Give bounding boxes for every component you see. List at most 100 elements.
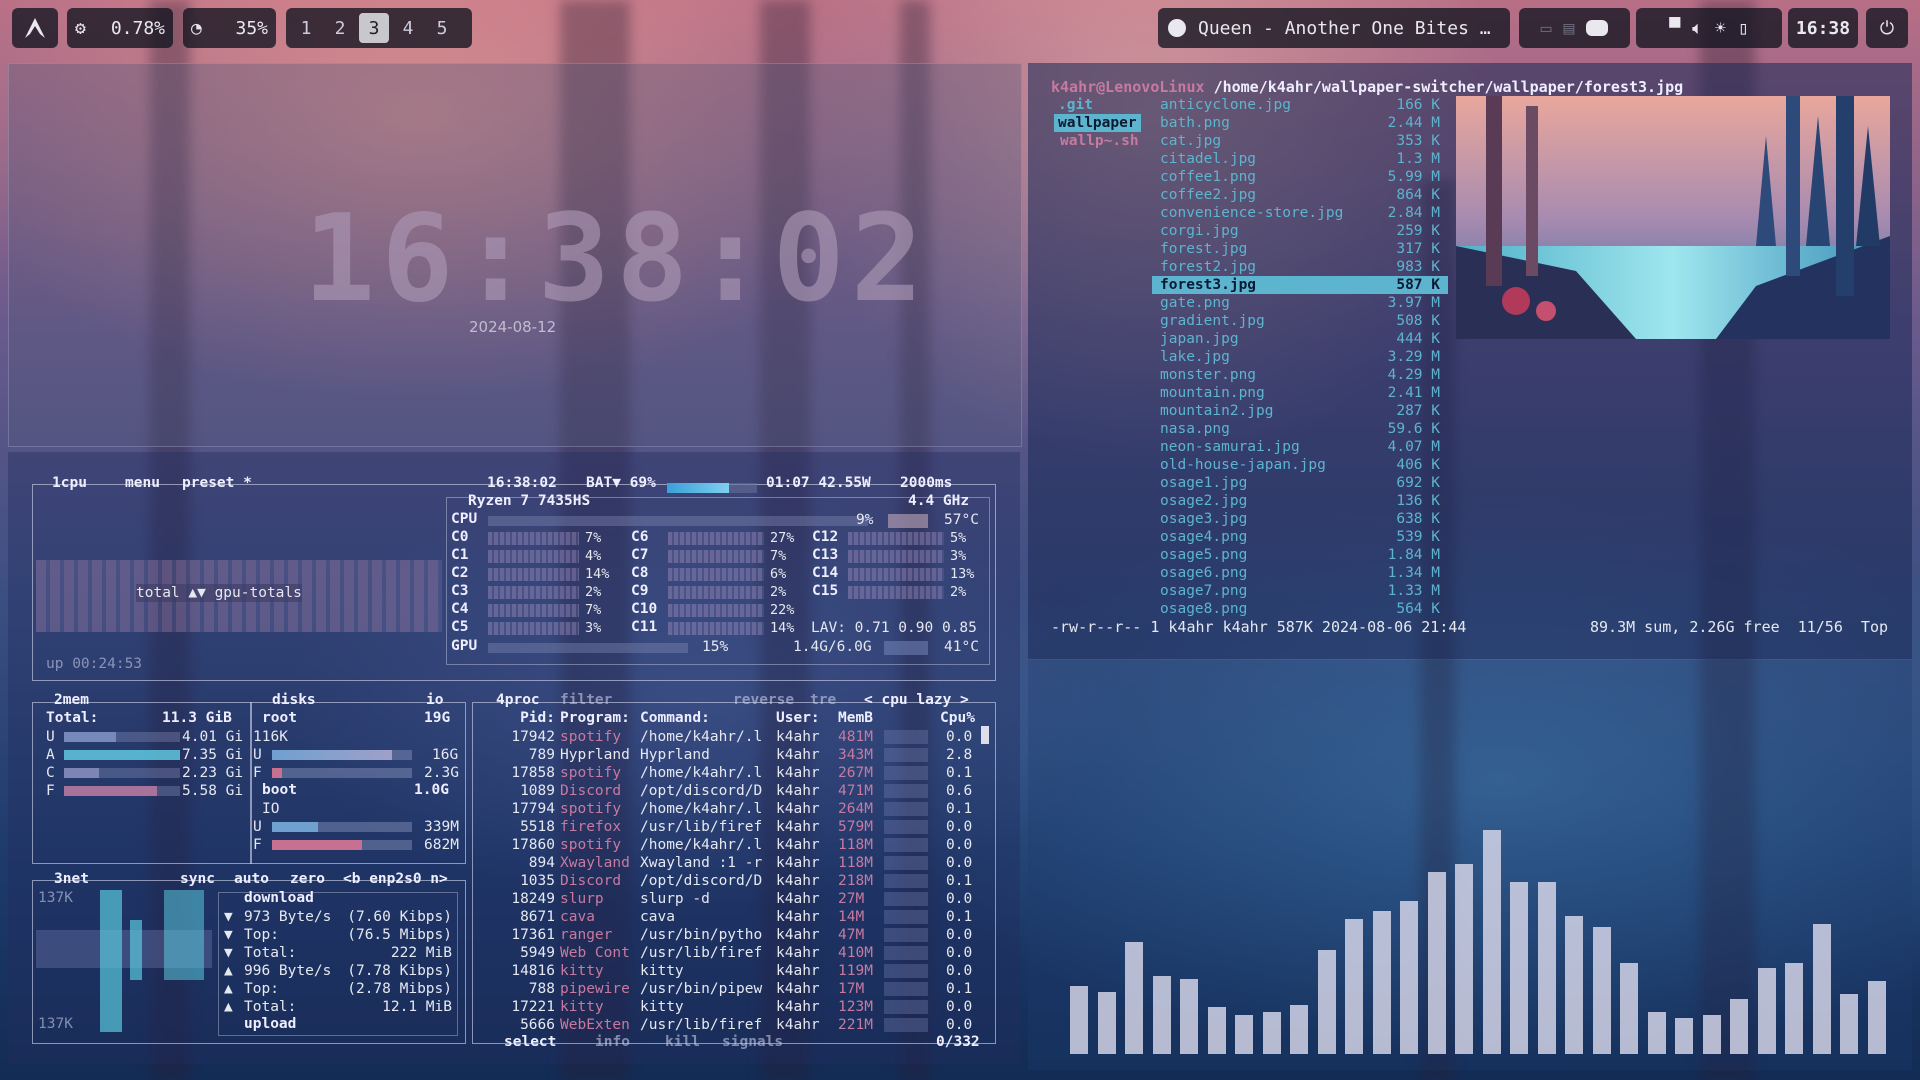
clock-date: 2024-08-12 bbox=[469, 318, 557, 336]
proc-pid: 18249 bbox=[511, 891, 555, 907]
monitor-icon[interactable]: ▭ bbox=[1541, 18, 1552, 39]
cpu-tab[interactable]: 1cpu bbox=[52, 475, 87, 491]
ranger-file-name[interactable]: gate.png bbox=[1160, 294, 1230, 312]
ranger-file-name[interactable]: forest2.jpg bbox=[1160, 258, 1256, 276]
discord-icon[interactable] bbox=[1586, 20, 1609, 36]
brightness-icon[interactable]: ☀ bbox=[1715, 18, 1726, 39]
ranger-file-name[interactable]: bath.png bbox=[1160, 114, 1230, 132]
proc-program: ranger bbox=[560, 927, 613, 943]
preset-tab[interactable]: preset * bbox=[182, 475, 252, 491]
workspace-3-active[interactable]: 3 bbox=[359, 13, 389, 43]
ranger-file-name[interactable]: citadel.jpg bbox=[1160, 150, 1256, 168]
ranger-file-name[interactable]: coffee2.jpg bbox=[1160, 186, 1256, 204]
ranger-file-name[interactable]: forest.jpg bbox=[1160, 240, 1247, 258]
net-sync[interactable]: sync bbox=[180, 871, 215, 887]
net-row-arrow: ▼ bbox=[224, 945, 233, 961]
ranger-file-name[interactable]: osage5.png bbox=[1160, 546, 1247, 564]
proc-sort[interactable]: < cpu lazy > bbox=[864, 692, 969, 708]
proc-tree[interactable]: tre bbox=[810, 692, 836, 708]
ranger-file-name[interactable]: monster.png bbox=[1160, 366, 1256, 384]
volume-icon[interactable]: 🔈︎ bbox=[1692, 18, 1703, 39]
ranger-file-name[interactable]: nasa.png bbox=[1160, 420, 1230, 438]
ranger-file-name[interactable]: corgi.jpg bbox=[1160, 222, 1239, 240]
memory-usage-widget[interactable]: ◔ 35% bbox=[183, 8, 276, 48]
cava-bar bbox=[1647, 1012, 1666, 1054]
net-auto[interactable]: auto bbox=[234, 871, 269, 887]
ranger-file-name[interactable]: osage7.png bbox=[1160, 582, 1247, 600]
ranger-file-name[interactable]: old-house-japan.jpg bbox=[1160, 456, 1326, 474]
proc-header-user[interactable]: User: bbox=[776, 710, 820, 726]
cpu-core-label: C6 bbox=[631, 529, 649, 545]
cpu-core-pct: 14% bbox=[585, 566, 610, 582]
net-interface[interactable]: <b enp2s0 n> bbox=[343, 871, 448, 887]
proc-header-cpu[interactable]: Cpu% bbox=[940, 710, 975, 726]
ranger-parent-item[interactable]: .git bbox=[1058, 96, 1093, 114]
ranger-parent-item[interactable]: wallpaper bbox=[1054, 114, 1141, 132]
proc-reverse[interactable]: reverse bbox=[733, 692, 794, 708]
proc-filter[interactable]: filter bbox=[560, 692, 612, 708]
io-toggle[interactable]: io bbox=[426, 692, 443, 708]
ranger-file-name[interactable]: osage6.png bbox=[1160, 564, 1247, 582]
topbar-clock[interactable]: 16:38 bbox=[1788, 8, 1858, 48]
launcher-button[interactable] bbox=[12, 8, 58, 48]
proc-tab[interactable]: 4proc bbox=[496, 692, 540, 708]
ranger-file-name[interactable]: coffee1.png bbox=[1160, 168, 1256, 186]
ranger-file-name[interactable]: convenience-store.jpg bbox=[1160, 204, 1343, 222]
ranger-file-name[interactable]: osage2.jpg bbox=[1160, 492, 1247, 510]
media-player-widget[interactable]: Queen - Another One Bites … bbox=[1158, 8, 1510, 48]
proc-user: k4ahr bbox=[776, 891, 820, 907]
workspace-2[interactable]: 2 bbox=[325, 13, 355, 43]
gpu-temp: 41°C bbox=[944, 639, 979, 655]
proc-memory: 267M bbox=[838, 765, 873, 781]
workspace-5[interactable]: 5 bbox=[427, 13, 457, 43]
proc-memory: 17M bbox=[838, 981, 865, 997]
ranger-file-name[interactable]: neon-samurai.jpg bbox=[1160, 438, 1300, 456]
ranger-file-name[interactable]: cat.jpg bbox=[1160, 132, 1221, 150]
ranger-file-size: 864 K bbox=[1396, 187, 1440, 203]
proc-kill[interactable]: kill bbox=[665, 1034, 700, 1050]
ranger-file-name[interactable]: anticyclone.jpg bbox=[1160, 96, 1291, 114]
proc-select[interactable]: select bbox=[504, 1034, 556, 1050]
proc-header-pid[interactable]: Pid: bbox=[484, 710, 555, 726]
menu-tab[interactable]: menu bbox=[125, 475, 160, 491]
ranger-file-name[interactable]: japan.jpg bbox=[1160, 330, 1239, 348]
proc-command: /home/k4ahr/.l bbox=[640, 765, 763, 781]
ranger-file-name[interactable]: osage1.jpg bbox=[1160, 474, 1247, 492]
ranger-file-name[interactable]: forest3.jpg bbox=[1160, 276, 1256, 294]
ranger-file-name[interactable]: osage4.png bbox=[1160, 528, 1247, 546]
proc-pid: 14816 bbox=[511, 963, 555, 979]
cava-bar bbox=[1317, 950, 1336, 1054]
ranger-file-name[interactable]: mountain.png bbox=[1160, 384, 1265, 402]
ranger-file-name[interactable]: lake.jpg bbox=[1160, 348, 1230, 366]
proc-header-command[interactable]: Command: bbox=[640, 710, 710, 726]
disks-tab[interactable]: disks bbox=[272, 692, 316, 708]
proc-info[interactable]: info bbox=[595, 1034, 630, 1050]
mem-tab[interactable]: 2mem bbox=[54, 692, 89, 708]
net-zero[interactable]: zero bbox=[290, 871, 325, 887]
ranger-file-name[interactable]: gradient.jpg bbox=[1160, 312, 1265, 330]
net-tab[interactable]: 3net bbox=[54, 871, 89, 887]
window-icon[interactable]: ▤ bbox=[1564, 18, 1575, 39]
mem-row-label: U bbox=[46, 729, 55, 745]
ranger-file-name[interactable]: osage3.jpg bbox=[1160, 510, 1247, 528]
cpu-usage-widget[interactable]: ⚙ 0.78% bbox=[67, 8, 173, 48]
workspace-switcher: 1 2 3 4 5 bbox=[286, 8, 472, 48]
workspace-1[interactable]: 1 bbox=[291, 13, 321, 43]
workspace-4[interactable]: 4 bbox=[393, 13, 423, 43]
proc-scrollbar[interactable] bbox=[981, 726, 989, 744]
proc-pid: 5949 bbox=[520, 945, 555, 961]
update-interval[interactable]: 2000ms bbox=[900, 475, 952, 491]
proc-header-memb[interactable]: MemB bbox=[838, 710, 873, 726]
ranger-parent-item[interactable]: wallp~.sh bbox=[1060, 132, 1139, 150]
ranger-status-left: -rw-r--r-- 1 k4ahr k4ahr 587K 2024-08-06… bbox=[1051, 618, 1467, 636]
ranger-file-size: 2.44 M bbox=[1387, 115, 1440, 131]
proc-signals[interactable]: signals bbox=[722, 1034, 783, 1050]
ranger-file-name[interactable]: osage8.png bbox=[1160, 600, 1247, 618]
battery-icon[interactable]: ▯ bbox=[1738, 18, 1749, 39]
ranger-file-size: 508 K bbox=[1396, 313, 1440, 329]
power-button[interactable]: ⏻ bbox=[1866, 8, 1908, 48]
cava-bar bbox=[1867, 981, 1886, 1054]
display-icon[interactable]: ▀ bbox=[1669, 18, 1680, 39]
ranger-file-name[interactable]: mountain2.jpg bbox=[1160, 402, 1274, 420]
proc-header-program[interactable]: Program: bbox=[560, 710, 630, 726]
